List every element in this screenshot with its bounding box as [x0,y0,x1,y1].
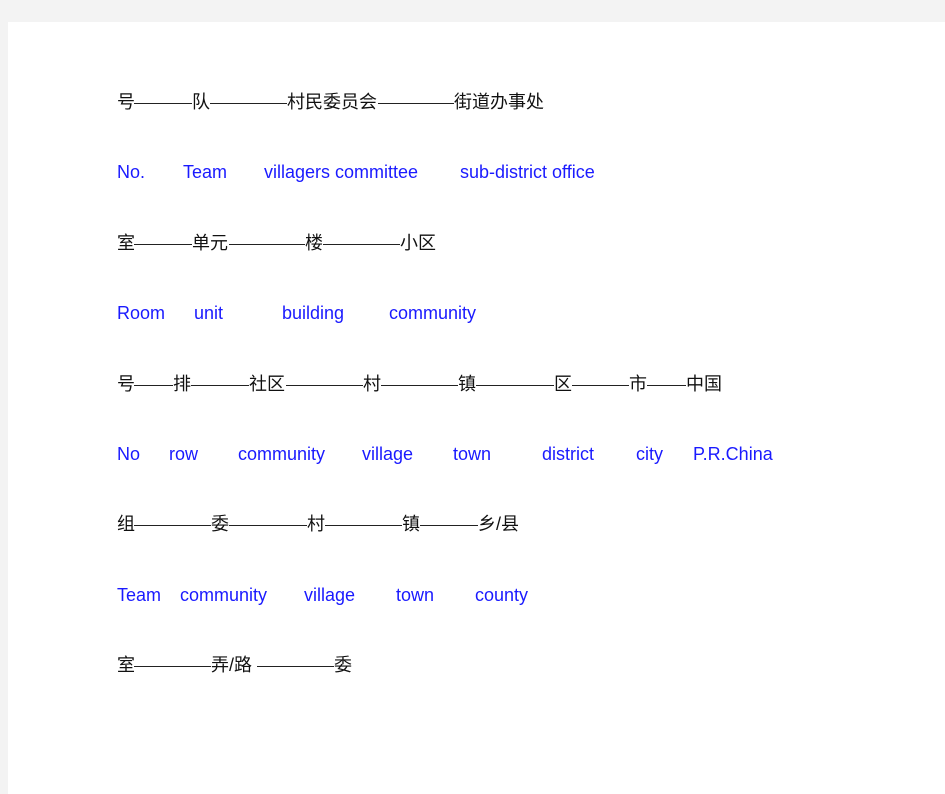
english-address-term: sub-district office [460,162,595,182]
chinese-address-term: 委 [211,514,229,534]
english-address-term: county [475,585,529,605]
chinese-address-term: 中国 [686,374,722,394]
document-page [8,22,945,794]
english-address-term: P.R.China [693,444,773,464]
dash-separator [134,103,192,104]
english-address-term: town [453,444,492,464]
chinese-address-term: 号 [117,92,135,112]
english-address-term: unit [194,303,224,323]
english-address-term: building [282,303,345,323]
english-address-term: community [180,585,268,605]
chinese-address-term: 室 [117,655,135,675]
english-address-term: community [389,303,477,323]
chinese-address-term: 社区 [249,374,285,394]
chinese-address-term: 楼 [305,233,323,253]
chinese-address-term: 镇 [458,374,476,394]
chinese-address-term: 区 [554,374,572,394]
dash-separator [134,244,192,245]
english-address-term: Team [183,162,228,182]
english-address-term: village [362,444,414,464]
dash-separator [229,525,307,526]
chinese-address-term: 街道办事处 [454,92,544,112]
english-address-term: No. [117,162,146,182]
english-address-term: village [304,585,356,605]
english-address-term: No [117,444,141,464]
chinese-address-term: 村民委员会 [287,92,377,112]
chinese-address-term: 号 [117,374,135,394]
english-address-term: town [396,585,435,605]
english-address-term: city [636,444,663,464]
chinese-address-term: 室 [117,233,135,253]
dash-separator [286,385,363,386]
dash-separator [191,385,249,386]
chinese-address-term: 排 [173,374,191,394]
dash-separator [378,103,454,104]
english-address-term: community [238,444,326,464]
chinese-address-term: 单元 [192,233,228,253]
dash-separator [325,525,402,526]
chinese-address-term: 组 [117,514,135,534]
chinese-address-term: 委 [334,655,352,675]
chinese-address-term: 村 [307,514,325,534]
dash-separator [323,244,400,245]
english-address-term: row [169,444,199,464]
chinese-address-term: 乡/县 [478,514,520,534]
dash-separator [229,244,305,245]
dash-separator [572,385,629,386]
dash-separator [381,385,458,386]
dash-separator [134,385,173,386]
english-address-term: district [542,444,595,464]
chinese-address-term: 弄/路 [211,655,253,675]
chinese-address-term: 村 [363,374,381,394]
english-address-term: Room [117,303,166,323]
dash-separator [476,385,554,386]
dash-separator [257,666,334,667]
dash-separator [134,525,211,526]
dash-separator [647,385,686,386]
chinese-address-term: 队 [192,92,210,112]
chinese-address-term: 小区 [400,233,436,253]
english-address-term: villagers committee [264,162,419,182]
dash-separator [134,666,211,667]
english-address-term: Team [117,585,162,605]
chinese-address-term: 镇 [402,514,420,534]
dash-separator [210,103,287,104]
dash-separator [420,525,478,526]
chinese-address-term: 市 [629,374,647,394]
